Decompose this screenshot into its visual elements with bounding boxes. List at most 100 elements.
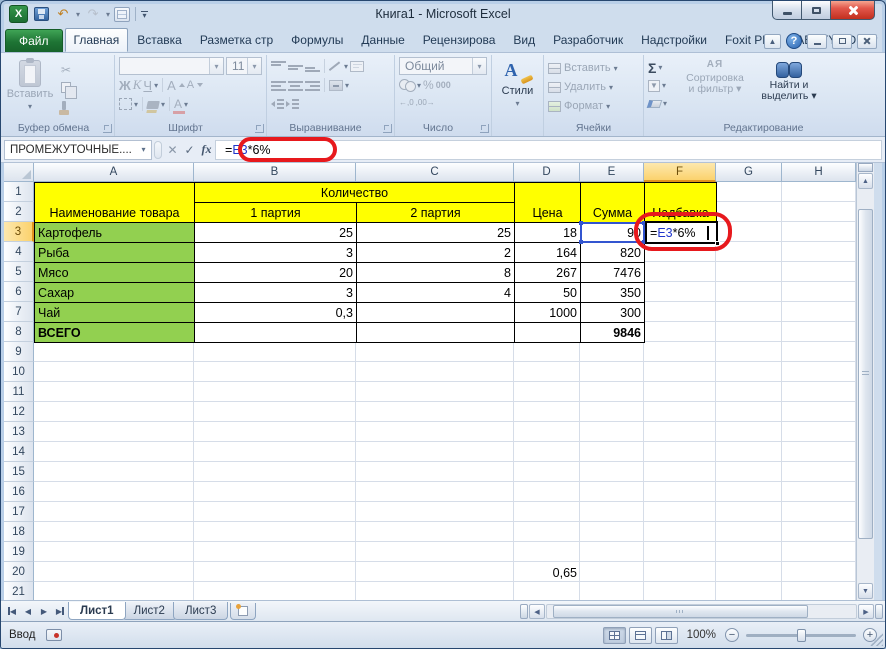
row-header-6[interactable]: 6 <box>4 282 34 302</box>
row-header-18[interactable]: 18 <box>4 522 34 542</box>
zoom-level[interactable]: 100% <box>687 629 716 641</box>
scroll-right-button[interactable]: ▶ <box>858 604 874 619</box>
cell-D4[interactable]: 164 <box>514 242 581 263</box>
horizontal-scroll-thumb[interactable] <box>553 605 808 618</box>
zoom-slider[interactable] <box>746 634 856 637</box>
font-size-dropdown-icon[interactable]: ▾ <box>247 58 261 74</box>
sort-filter-button[interactable]: АЯ Сортировкаи фильтр ▾ <box>677 57 753 121</box>
insert-sheet-button[interactable] <box>230 603 256 620</box>
decrease-decimal-button[interactable]: ,00→ <box>416 99 435 107</box>
paste-button[interactable]: Вставить ▾ <box>7 57 53 121</box>
macro-record-icon[interactable] <box>46 629 62 641</box>
fill-dropdown-icon[interactable]: ▾ <box>662 81 666 90</box>
tab-formulas[interactable]: Формулы <box>282 28 352 52</box>
tab-insert[interactable]: Вставка <box>128 28 191 52</box>
grow-font-button[interactable]: А <box>167 78 176 93</box>
first-sheet-button[interactable]: ◀ <box>4 603 20 619</box>
select-all-corner[interactable] <box>4 163 34 182</box>
shrink-font-button[interactable]: А <box>187 79 194 91</box>
font-color-button[interactable]: А <box>174 99 182 110</box>
cell-D8[interactable] <box>514 322 581 343</box>
cell-A5[interactable]: Мясо <box>34 262 195 283</box>
col-header-H[interactable]: H <box>782 163 856 182</box>
tab-file[interactable]: Файл <box>5 29 63 52</box>
format-cells-button[interactable]: Формат ▾ <box>548 97 639 115</box>
row-header-17[interactable]: 17 <box>4 502 34 522</box>
clear-dropdown-icon[interactable]: ▾ <box>663 99 667 108</box>
cell-C2[interactable]: 2 партия <box>356 202 515 223</box>
increase-decimal-button[interactable]: ←,0 <box>399 99 414 107</box>
font-name-dropdown-icon[interactable]: ▾ <box>209 58 223 74</box>
font-color-dropdown-icon[interactable]: ▾ <box>184 100 188 109</box>
maximize-button[interactable] <box>802 1 830 20</box>
tab-developer[interactable]: Разработчик <box>544 28 632 52</box>
cell-B7[interactable]: 0,3 <box>194 302 357 323</box>
merge-center-button[interactable] <box>329 80 343 91</box>
cell-B5[interactable]: 20 <box>194 262 357 283</box>
number-dialog-launcher-icon[interactable] <box>480 124 489 133</box>
cell-E5[interactable]: 7476 <box>580 262 645 283</box>
cell-D20[interactable]: 0,65 <box>514 562 581 583</box>
workbook-minimize-button[interactable] <box>807 34 827 49</box>
cell-A7[interactable]: Чай <box>34 302 195 323</box>
increase-indent-button[interactable] <box>286 99 299 109</box>
row-header-20[interactable]: 20 <box>4 562 34 582</box>
number-format-dropdown-icon[interactable]: ▾ <box>472 58 486 74</box>
orientation-button[interactable] <box>329 61 342 72</box>
cell-F1[interactable]: Надбавка <box>644 182 717 223</box>
bold-button[interactable]: Ж <box>119 78 131 93</box>
resize-grip[interactable] <box>870 633 883 646</box>
decrease-indent-button[interactable] <box>271 99 284 109</box>
delete-cells-dropdown-icon[interactable]: ▾ <box>609 83 613 92</box>
align-top-button[interactable] <box>271 61 286 72</box>
borders-dropdown-icon[interactable]: ▾ <box>134 100 138 109</box>
align-right-button[interactable] <box>305 80 320 91</box>
row-header-1[interactable]: 1 <box>4 182 34 202</box>
font-name-combo[interactable]: ▾ <box>119 57 224 75</box>
autosum-button[interactable]: Σ <box>648 60 656 76</box>
accounting-format-button[interactable] <box>399 79 415 91</box>
row-header-7[interactable]: 7 <box>4 302 34 322</box>
fill-color-dropdown-icon[interactable]: ▾ <box>161 100 165 109</box>
row-header-19[interactable]: 19 <box>4 542 34 562</box>
sheet-tab-3[interactable]: Лист3 <box>173 602 228 620</box>
paste-dropdown-icon[interactable]: ▾ <box>28 102 32 111</box>
tab-addins[interactable]: Надстройки <box>632 28 716 52</box>
cell-C3[interactable]: 25 <box>356 222 515 243</box>
row-header-15[interactable]: 15 <box>4 462 34 482</box>
delete-cells-button[interactable]: Удалить ▾ <box>548 78 639 96</box>
col-header-B[interactable]: B <box>194 163 356 182</box>
merge-dropdown-icon[interactable]: ▾ <box>345 81 349 90</box>
col-header-C[interactable]: C <box>356 163 514 182</box>
copy-button[interactable] <box>56 79 76 96</box>
col-header-A[interactable]: A <box>34 163 194 182</box>
row-header-14[interactable]: 14 <box>4 442 34 462</box>
format-painter-button[interactable] <box>56 97 76 114</box>
cell-A6[interactable]: Сахар <box>34 282 195 303</box>
row-header-16[interactable]: 16 <box>4 482 34 502</box>
scroll-left-button[interactable]: ◀ <box>529 604 545 619</box>
comma-style-button[interactable]: 000 <box>436 80 451 90</box>
enter-button[interactable]: ✓ <box>181 140 198 160</box>
row-header-8[interactable]: 8 <box>4 322 34 342</box>
tab-split-handle[interactable] <box>520 604 528 619</box>
workbook-close-button[interactable] <box>857 34 877 49</box>
cell-B6[interactable]: 3 <box>194 282 357 303</box>
cell-A3[interactable]: Картофель <box>34 222 195 243</box>
row-header-5[interactable]: 5 <box>4 262 34 282</box>
vertical-scrollbar[interactable]: ▲ ▼ <box>856 163 874 600</box>
cell-D1[interactable]: Цена <box>514 182 581 223</box>
cell-D6[interactable]: 50 <box>514 282 581 303</box>
row-header-4[interactable]: 4 <box>4 242 34 262</box>
cell-A4[interactable]: Рыба <box>34 242 195 263</box>
insert-cells-button[interactable]: Вставить ▾ <box>548 59 639 77</box>
last-sheet-button[interactable]: ▶ <box>52 603 68 619</box>
align-left-button[interactable] <box>271 80 286 91</box>
col-header-E[interactable]: E <box>580 163 644 182</box>
row-header-12[interactable]: 12 <box>4 402 34 422</box>
cell-E8[interactable]: 9846 <box>580 322 645 343</box>
format-cells-dropdown-icon[interactable]: ▾ <box>606 102 610 111</box>
vertical-scroll-thumb[interactable] <box>858 209 873 539</box>
clear-button[interactable] <box>647 100 663 108</box>
next-sheet-button[interactable]: ▶ <box>36 603 52 619</box>
